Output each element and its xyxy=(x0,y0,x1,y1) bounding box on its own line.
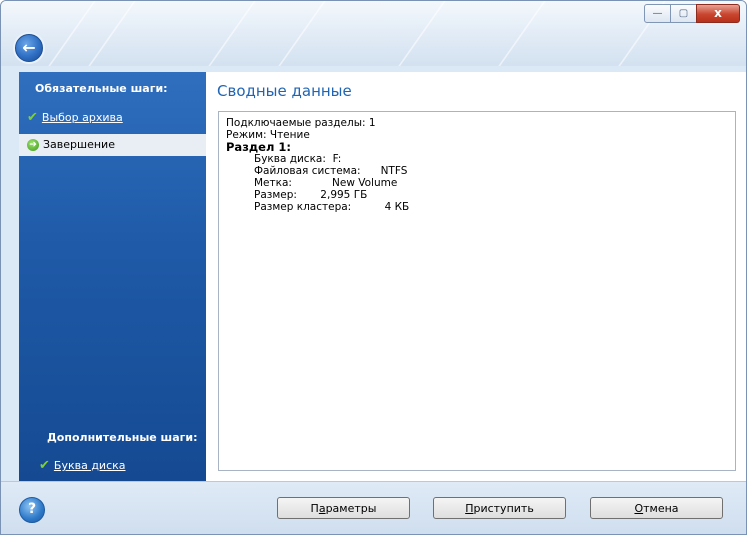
help-icon[interactable]: ? xyxy=(19,497,45,523)
proceed-button[interactable]: Приступить xyxy=(433,497,566,519)
decor-stripe xyxy=(208,1,256,66)
btn-accel: О xyxy=(634,502,644,515)
summary-detail: Метка: New Volume xyxy=(254,177,398,189)
decor-stripe xyxy=(278,1,326,66)
main-panel: Сводные данные Подключаемые разделы: 1 Р… xyxy=(206,72,746,481)
window-controls: — ▢ x xyxy=(644,4,740,23)
summary-line: Подключаемые разделы: 1 xyxy=(226,117,376,129)
btn-text: риступить xyxy=(473,502,534,515)
decor-stripe xyxy=(498,1,546,66)
summary-line: Режим: Чтение xyxy=(226,129,310,141)
decor-stripe xyxy=(48,1,96,66)
step-archive-selection[interactable]: ✔ Выбор архива xyxy=(27,109,123,127)
decor-stripe xyxy=(88,1,136,66)
back-arrow-icon[interactable]: ← xyxy=(15,34,43,62)
btn-text: раметры xyxy=(325,502,377,515)
cancel-button[interactable]: Отмена xyxy=(590,497,723,519)
step-label[interactable]: Выбор архива xyxy=(42,111,123,124)
minimize-button[interactable]: — xyxy=(644,4,671,23)
btn-text: П xyxy=(310,502,319,515)
wizard-window: ← — ▢ x Обязательные шаги: ✔ Выбор архива… xyxy=(0,0,747,535)
partition-heading: Раздел 1: xyxy=(226,140,291,154)
current-step-arrow-icon: ➔ xyxy=(27,139,39,151)
step-finish-current[interactable]: ➔ Завершение xyxy=(19,134,206,156)
summary-detail: Буква диска: F: xyxy=(254,153,342,165)
optional-steps-heading: Дополнительные шаги: xyxy=(47,431,198,444)
summary-textbox[interactable]: Подключаемые разделы: 1 Режим: Чтение Ра… xyxy=(218,111,736,471)
close-button[interactable]: x xyxy=(696,4,740,23)
page-title: Сводные данные xyxy=(217,82,352,100)
button-bar: ? Параметры Приступить Отмена xyxy=(1,481,746,534)
summary-detail: Размер: 2,995 ГБ xyxy=(254,189,368,201)
parameters-button[interactable]: Параметры xyxy=(277,497,410,519)
title-bar: ← — ▢ x xyxy=(1,1,746,66)
summary-detail: Размер кластера: 4 КБ xyxy=(254,201,410,213)
btn-accel: а xyxy=(318,502,326,515)
step-label: Завершение xyxy=(43,138,115,151)
decor-stripe xyxy=(398,1,446,66)
checkmark-icon: ✔ xyxy=(39,458,50,473)
checkmark-icon: ✔ xyxy=(27,110,38,125)
required-steps-heading: Обязательные шаги: xyxy=(35,82,168,95)
btn-text: тмена xyxy=(643,502,679,515)
summary-detail: Файловая система: NTFS xyxy=(254,165,408,177)
steps-sidebar: Обязательные шаги: ✔ Выбор архива ➔ Заверш… xyxy=(19,72,206,481)
step-label[interactable]: Буква диска xyxy=(54,459,126,472)
maximize-button[interactable]: ▢ xyxy=(670,4,697,23)
step-drive-letter[interactable]: ✔ Буква диска xyxy=(39,457,126,475)
